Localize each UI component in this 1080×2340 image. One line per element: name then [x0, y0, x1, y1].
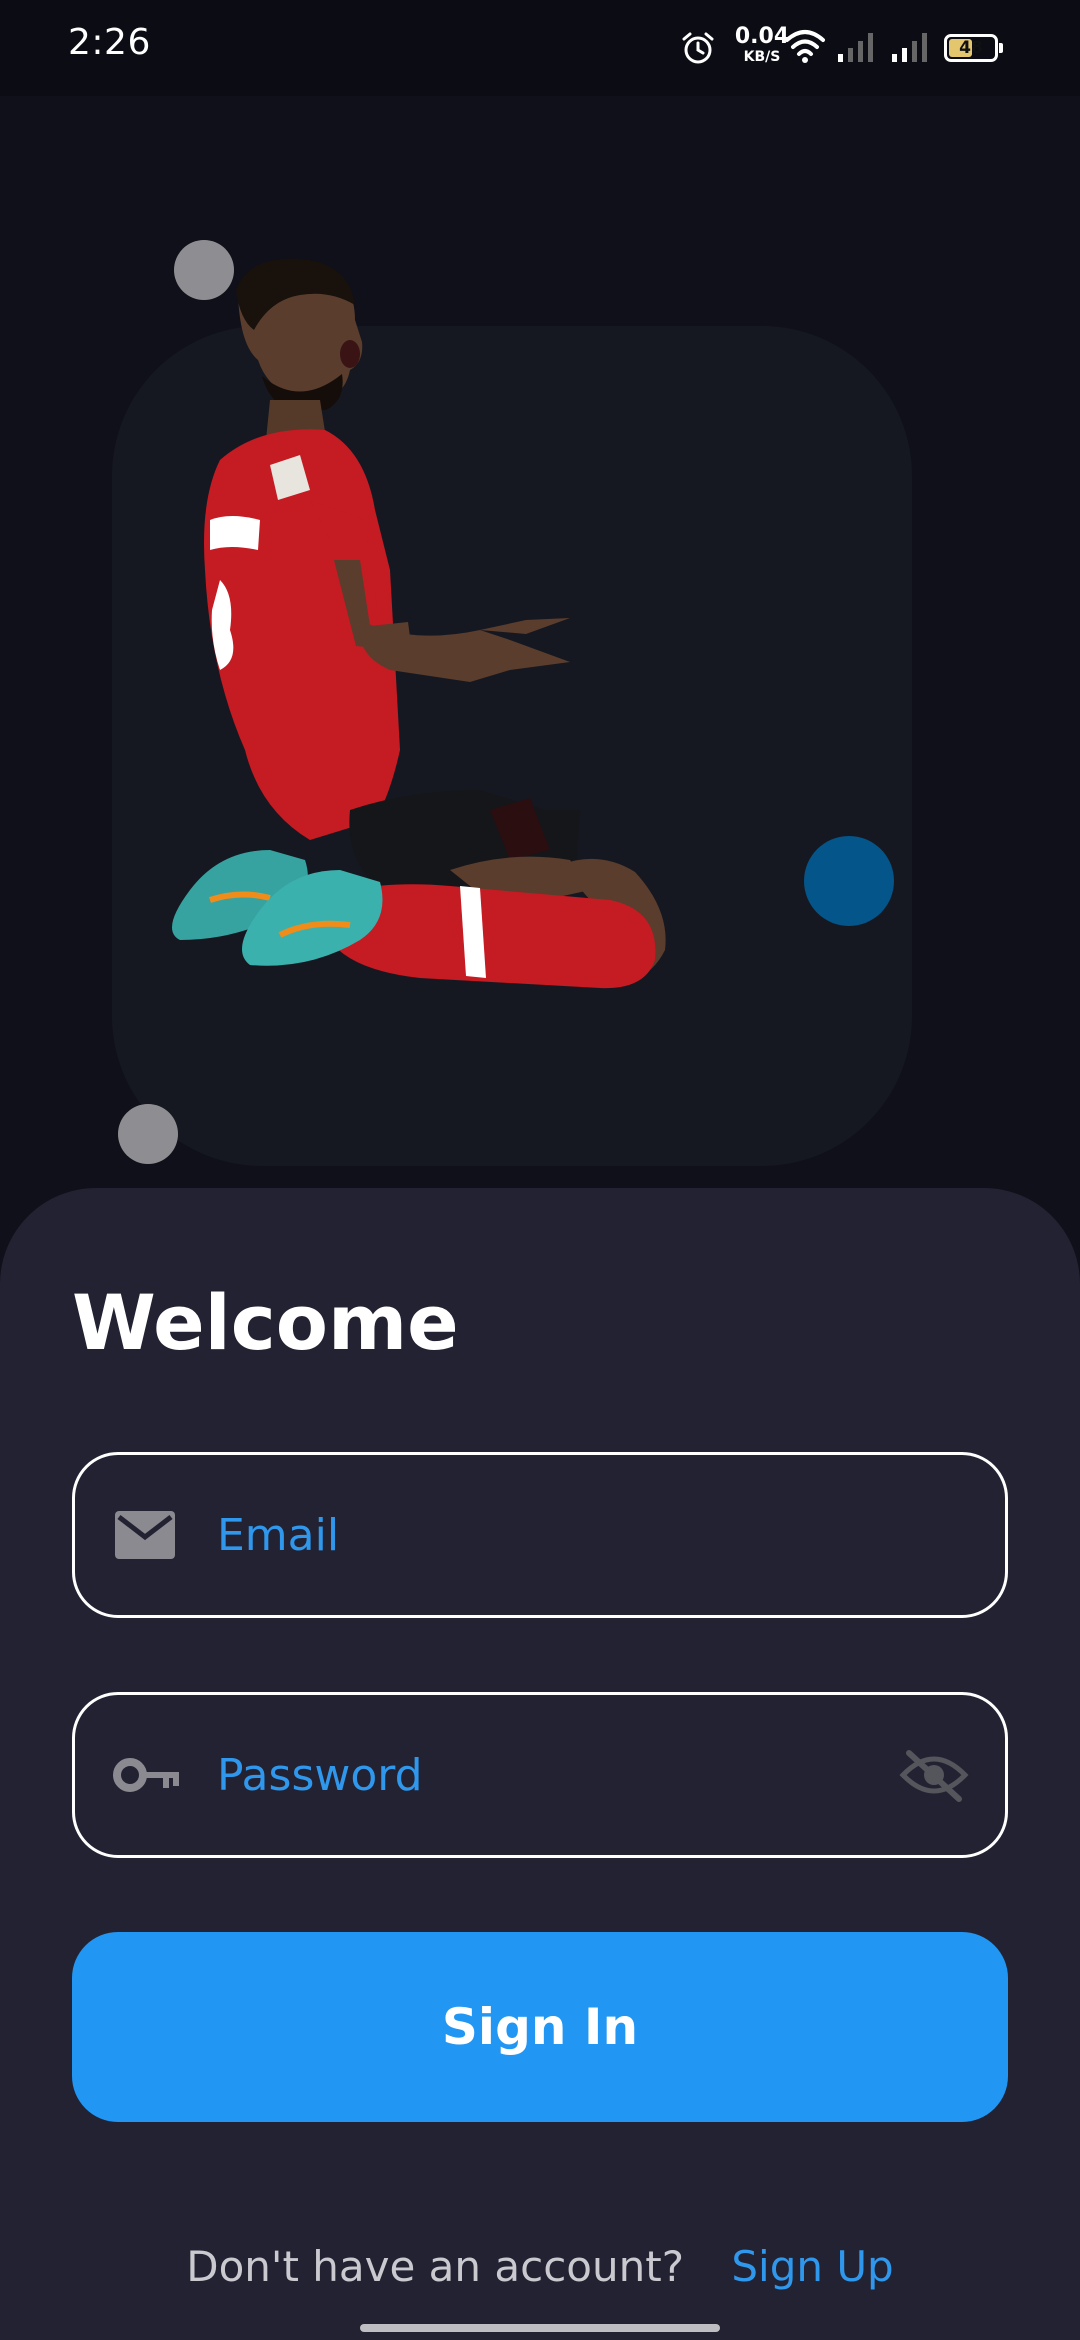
decorative-dot	[118, 1104, 178, 1164]
home-indicator[interactable]	[360, 2324, 720, 2332]
network-speed-value: 0.04	[734, 24, 790, 49]
signup-row: Don't have an account? Sign Up	[0, 2242, 1080, 2291]
mail-icon	[115, 1511, 175, 1559]
login-sheet: Welcome Sign In Don't ha	[0, 1188, 1080, 2340]
sign-in-button[interactable]: Sign In	[72, 1932, 1008, 2122]
network-speed: 0.04 KB/S	[732, 24, 792, 65]
network-speed-unit: KB/S	[743, 49, 781, 65]
battery-icon: 48	[944, 34, 1003, 62]
wifi-icon	[785, 30, 825, 63]
signup-prompt: Don't have an account?	[186, 2242, 684, 2291]
alarm-icon	[682, 32, 714, 64]
password-field[interactable]	[72, 1692, 1008, 1858]
battery-level: 48	[959, 38, 983, 58]
email-input[interactable]	[217, 1455, 857, 1615]
login-screen: 2:26 0.04 KB/S 48 Welcome Email Sign In …	[0, 0, 1080, 2340]
welcome-title: Welcome	[72, 1278, 459, 1367]
status-time: 2:26	[68, 22, 151, 63]
signal-icon	[838, 33, 873, 62]
key-icon	[113, 1758, 179, 1792]
eye-off-icon[interactable]	[899, 1747, 969, 1803]
footballer-image	[172, 258, 666, 989]
password-input[interactable]	[217, 1695, 857, 1855]
status-bar: 2:26 0.04 KB/S 48	[0, 0, 1080, 96]
sign-up-link[interactable]: Sign Up	[731, 2242, 893, 2291]
signal-icon	[892, 33, 927, 62]
email-field[interactable]	[72, 1452, 1008, 1618]
